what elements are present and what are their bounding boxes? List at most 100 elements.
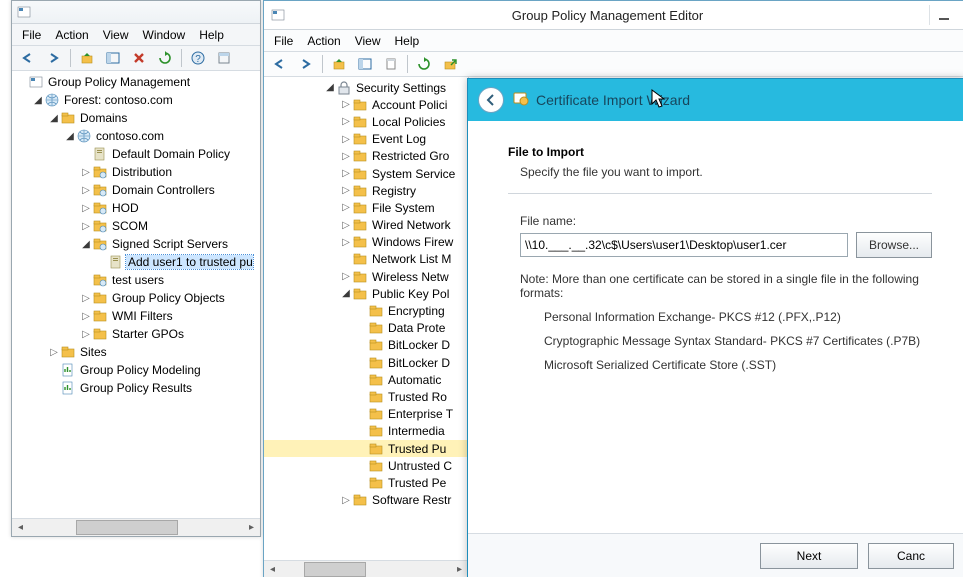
tree-expander[interactable]: ▷ — [340, 495, 352, 506]
hscrollbar[interactable]: ◂ ▸ — [264, 560, 468, 577]
tree-item[interactable]: Group Policy Results — [12, 379, 260, 397]
export-button[interactable] — [438, 53, 462, 75]
tree-expander[interactable]: ▷ — [340, 99, 352, 110]
tree-item[interactable]: BitLocker D — [264, 354, 468, 371]
tree-item[interactable]: Data Prote — [264, 320, 468, 337]
refresh-button[interactable] — [412, 53, 436, 75]
tree-item[interactable]: Trusted Pe — [264, 474, 468, 491]
tree-item[interactable]: test users — [12, 271, 260, 289]
tree-expander[interactable]: ▷ — [340, 151, 352, 162]
window-button[interactable] — [212, 47, 236, 69]
tree-item[interactable]: BitLocker D — [264, 337, 468, 354]
tree-item[interactable]: ◢Signed Script Servers — [12, 235, 260, 253]
tree-item[interactable]: ◢Domains — [12, 109, 260, 127]
cancel-button[interactable]: Canc — [868, 543, 954, 569]
tree-item[interactable]: ▷Starter GPOs — [12, 325, 260, 343]
tree-expander[interactable]: ◢ — [340, 288, 352, 299]
forward-button[interactable] — [42, 47, 66, 69]
tree-expander[interactable]: ▷ — [80, 185, 92, 196]
tree-expander[interactable]: ▷ — [340, 134, 352, 145]
tree-expander[interactable]: ◢ — [324, 82, 336, 93]
tree-expander[interactable]: ▷ — [340, 271, 352, 282]
tree-item[interactable]: ▷SCOM — [12, 217, 260, 235]
tree-expander[interactable]: ▷ — [80, 311, 92, 322]
tree-expander[interactable]: ▷ — [340, 220, 352, 231]
tree-expander[interactable]: ◢ — [48, 113, 60, 124]
tree-item[interactable]: ▷Wired Network — [264, 217, 468, 234]
tree-item[interactable]: ▷Registry — [264, 182, 468, 199]
tree-item[interactable]: Group Policy Management — [12, 73, 260, 91]
back-button[interactable] — [16, 47, 40, 69]
tree-expander[interactable]: ◢ — [32, 95, 44, 106]
tree-item[interactable]: ▷Distribution — [12, 163, 260, 181]
tree-item[interactable]: ◢contoso.com — [12, 127, 260, 145]
tree-expander[interactable]: ▷ — [80, 329, 92, 340]
tree-item[interactable]: Enterprise T — [264, 406, 468, 423]
up-button[interactable] — [75, 47, 99, 69]
refresh-button[interactable] — [153, 47, 177, 69]
wizard-back-button[interactable] — [478, 87, 504, 113]
view-menu[interactable]: View — [97, 26, 135, 44]
tree-expander[interactable]: ▷ — [80, 203, 92, 214]
back-button[interactable] — [268, 53, 292, 75]
tree-item[interactable]: ▷Account Polici — [264, 96, 468, 113]
tree-expander[interactable]: ▷ — [340, 237, 352, 248]
tree-item[interactable]: ▷Sites — [12, 343, 260, 361]
tree-expander[interactable]: ▷ — [80, 221, 92, 232]
help-menu[interactable]: Help — [389, 32, 426, 50]
browse-button[interactable]: Browse... — [856, 232, 932, 258]
gpmc-tree-body[interactable]: Group Policy Management◢Forest: contoso.… — [12, 71, 260, 519]
tree-item[interactable]: ▷WMI Filters — [12, 307, 260, 325]
tree-expander[interactable]: ▷ — [80, 167, 92, 178]
tree-item[interactable]: ◢Forest: contoso.com — [12, 91, 260, 109]
tree-item[interactable]: ▷File System — [264, 199, 468, 216]
tree-item[interactable]: Automatic — [264, 371, 468, 388]
tree-expander[interactable]: ◢ — [80, 239, 92, 250]
tree-expander[interactable]: ▷ — [340, 185, 352, 196]
tree-item[interactable]: Network List M — [264, 251, 468, 268]
tree-item[interactable]: ▷Domain Controllers — [12, 181, 260, 199]
tree-item[interactable]: ◢Public Key Pol — [264, 285, 468, 302]
tree-item[interactable]: Trusted Pu — [264, 440, 468, 457]
scroll-right-arrow[interactable]: ▸ — [451, 561, 468, 577]
file-menu[interactable]: File — [16, 26, 47, 44]
tree-expander[interactable]: ▷ — [48, 347, 60, 358]
scroll-left-arrow[interactable]: ◂ — [12, 519, 29, 536]
show-hide-button[interactable] — [101, 47, 125, 69]
gpeditor-titlebar[interactable]: Group Policy Management Editor — [264, 1, 963, 30]
up-button[interactable] — [327, 53, 351, 75]
forward-button[interactable] — [294, 53, 318, 75]
tree-item[interactable]: Add user1 to trusted pu — [12, 253, 260, 271]
tree-item[interactable]: Default Domain Policy — [12, 145, 260, 163]
tree-item[interactable]: Untrusted C — [264, 457, 468, 474]
help-menu[interactable]: Help — [193, 26, 230, 44]
tree-item[interactable]: ▷Windows Firew — [264, 234, 468, 251]
tree-item[interactable]: Encrypting — [264, 302, 468, 319]
show-hide-button[interactable] — [353, 53, 377, 75]
minimize-button[interactable] — [929, 5, 958, 25]
next-button[interactable]: Next — [760, 543, 858, 569]
tree-item[interactable]: ▷System Service — [264, 165, 468, 182]
tree-item[interactable]: ▷Local Policies — [264, 113, 468, 130]
tree-item[interactable]: Intermedia — [264, 423, 468, 440]
tree-item[interactable]: Trusted Ro — [264, 388, 468, 405]
hscroll-thumb[interactable] — [76, 520, 178, 535]
view-menu[interactable]: View — [349, 32, 387, 50]
tree-item[interactable]: ▷Software Restr — [264, 492, 468, 509]
hscrollbar[interactable]: ◂ ▸ — [12, 518, 260, 536]
tree-item[interactable]: ▷HOD — [12, 199, 260, 217]
action-menu[interactable]: Action — [301, 32, 346, 50]
file-name-input[interactable] — [520, 233, 848, 257]
tree-item[interactable]: ▷Group Policy Objects — [12, 289, 260, 307]
tree-item[interactable]: Group Policy Modeling — [12, 361, 260, 379]
hscroll-thumb[interactable] — [304, 562, 366, 577]
tree-item[interactable]: ▷Restricted Gro — [264, 148, 468, 165]
tree-item[interactable]: ▷Event Log — [264, 131, 468, 148]
file-menu[interactable]: File — [268, 32, 299, 50]
tree-expander[interactable]: ▷ — [340, 116, 352, 127]
tree-expander[interactable]: ▷ — [80, 293, 92, 304]
scroll-right-arrow[interactable]: ▸ — [243, 519, 260, 536]
action-menu[interactable]: Action — [49, 26, 94, 44]
tree-expander[interactable]: ▷ — [340, 202, 352, 213]
tree-item[interactable]: ◢Security Settings — [264, 79, 468, 96]
